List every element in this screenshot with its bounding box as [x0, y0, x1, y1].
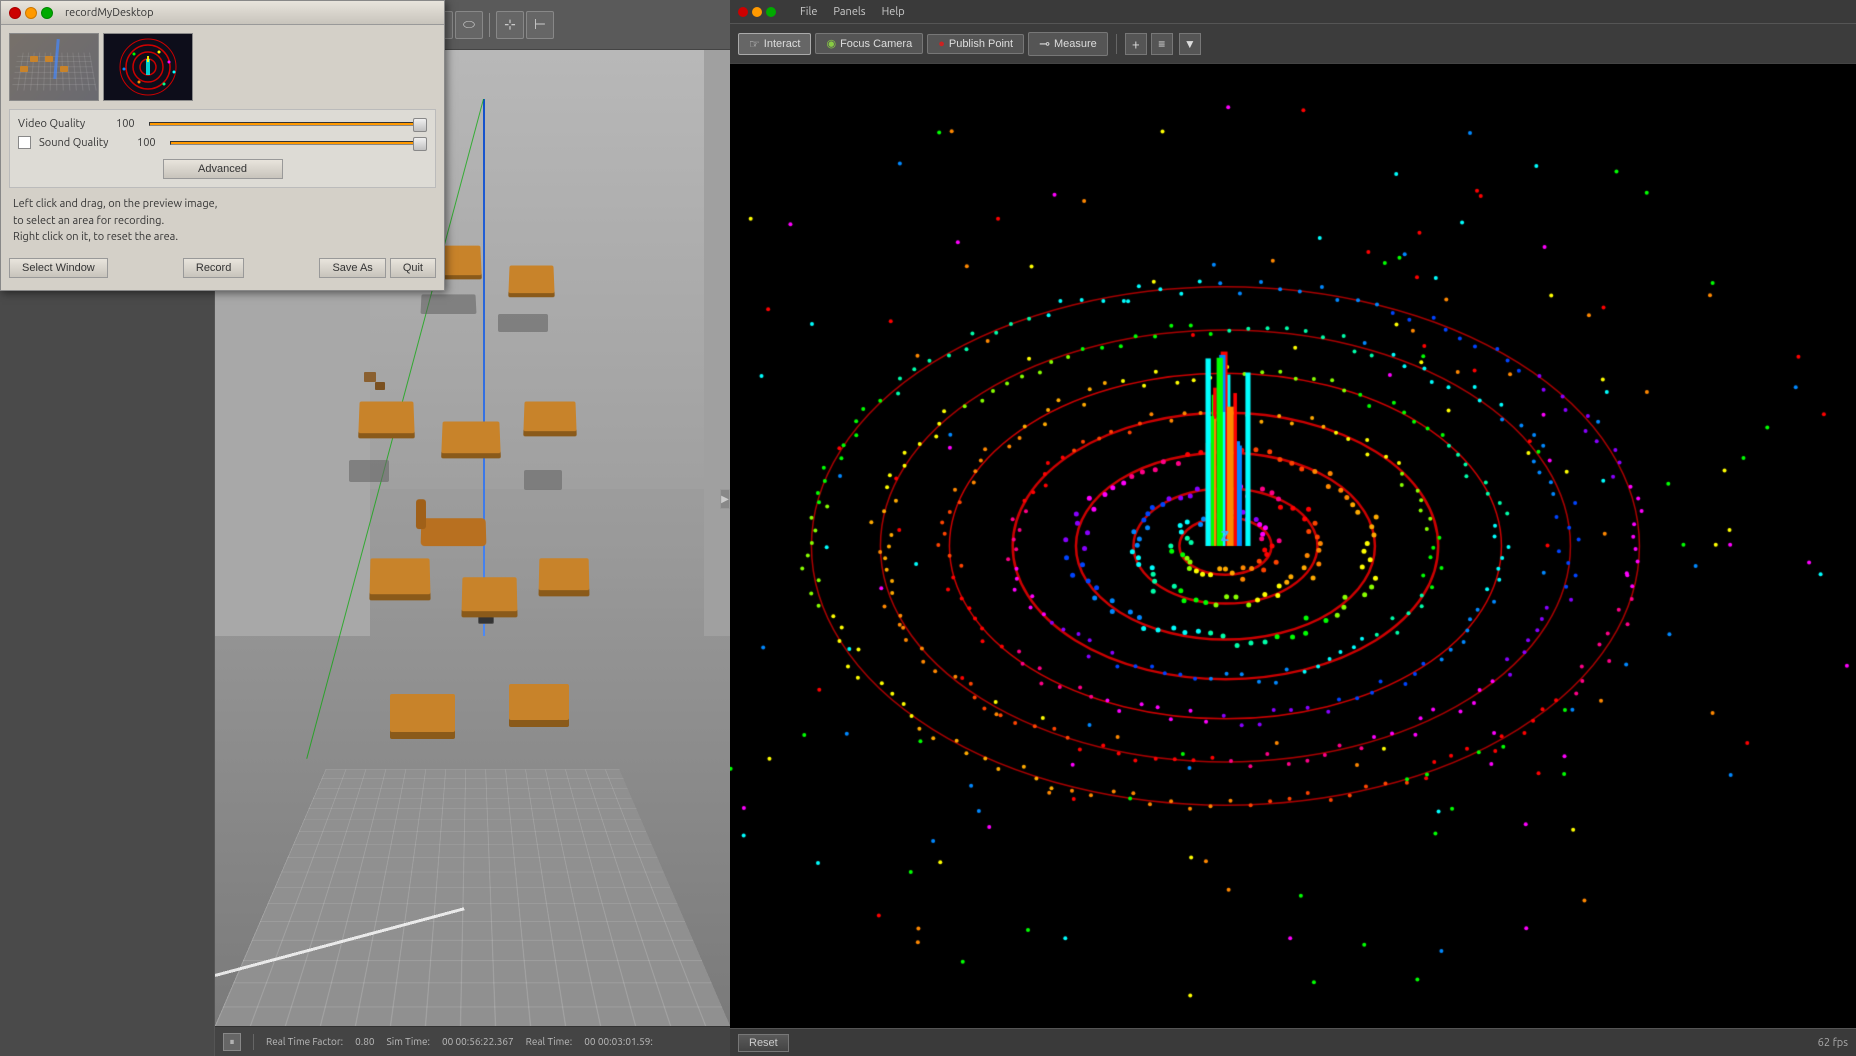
rviz-minimize-btn[interactable] — [752, 7, 762, 17]
toolbar-cylinder-icon[interactable]: ⬭ — [455, 11, 483, 39]
sound-quality-value: 100 — [137, 137, 162, 149]
select-window-button[interactable]: Select Window — [9, 258, 108, 278]
rviz-menubar: File Panels Help — [730, 0, 1856, 24]
real-time-value: 00 00:03:01.59: — [584, 1036, 653, 1047]
rmd-controls: Video Quality 100 Sound Quality 100 Adva… — [9, 109, 436, 188]
rviz-add-button[interactable]: + — [1125, 33, 1147, 55]
rviz-toolbar-sep — [1116, 34, 1117, 54]
publish-point-icon: ● — [938, 38, 945, 50]
focus-camera-button[interactable]: ◉ Focus Camera — [815, 33, 923, 54]
point-cloud-view[interactable] — [730, 64, 1856, 1028]
publish-point-label: Publish Point — [949, 38, 1013, 50]
rmd-preview-area — [9, 33, 436, 101]
rviz-panels-menu[interactable]: Panels — [833, 6, 865, 18]
advanced-button[interactable]: Advanced — [163, 159, 283, 179]
interact-button[interactable]: ☞ Interact — [738, 33, 811, 55]
rviz-window-controls — [738, 7, 776, 17]
publish-point-button[interactable]: ● Publish Point — [927, 34, 1024, 54]
status-bar: ⏸ Real Time Factor: 0.80 Sim Time: 00 00… — [215, 1026, 730, 1056]
realtime-factor-value: 0.80 — [355, 1036, 374, 1047]
measure-icon: ⊸ — [1039, 36, 1050, 52]
pause-button[interactable]: ⏸ — [223, 1033, 241, 1051]
point-cloud-canvas — [730, 64, 1856, 1028]
rmd-instructions: Left click and drag, on the preview imag… — [9, 196, 436, 246]
rviz-toolbar: ☞ Interact ◉ Focus Camera ● Publish Poin… — [730, 24, 1856, 64]
rmd-close-btn[interactable] — [9, 7, 21, 19]
sim-time-label: Sim Time: — [387, 1036, 430, 1047]
rmd-maximize-btn[interactable] — [41, 7, 53, 19]
video-quality-value: 100 — [116, 118, 141, 130]
sound-quality-label: Sound Quality — [39, 137, 129, 149]
rviz-file-menu[interactable]: File — [800, 6, 817, 18]
focus-camera-icon: ◉ — [826, 37, 836, 50]
settings-icon: ≡ — [1158, 37, 1165, 51]
measure-button[interactable]: ⊸ Measure — [1028, 32, 1108, 56]
rmd-bottom-buttons: Select Window Record Save As Quit — [9, 254, 436, 282]
rmd-window: recordMyDesktop — [0, 0, 445, 291]
dropdown-icon: ▼ — [1184, 37, 1196, 51]
rviz-close-btn[interactable] — [738, 7, 748, 17]
sound-quality-checkbox[interactable] — [18, 136, 31, 149]
save-as-button[interactable]: Save As — [319, 258, 385, 278]
realtime-factor-label: Real Time Factor: — [266, 1036, 343, 1047]
sound-quality-slider[interactable] — [170, 141, 427, 145]
video-quality-slider[interactable] — [149, 122, 427, 126]
rviz-help-menu[interactable]: Help — [882, 6, 905, 18]
real-time-label: Real Time: — [526, 1036, 573, 1047]
record-button[interactable]: Record — [183, 258, 244, 278]
toolbar-pointer-icon[interactable]: ⊹ — [496, 11, 524, 39]
rmd-preview-right[interactable] — [103, 33, 193, 101]
video-quality-label: Video Quality — [18, 118, 108, 130]
rviz-fps: 62 fps — [1818, 1037, 1848, 1049]
rviz-bottom-bar: Reset 62 fps — [730, 1028, 1856, 1056]
rmd-titlebar: recordMyDesktop — [1, 1, 444, 25]
rviz-maximize-btn[interactable] — [766, 7, 776, 17]
rmd-minimize-btn[interactable] — [25, 7, 37, 19]
measure-label: Measure — [1054, 38, 1097, 50]
rmd-title: recordMyDesktop — [65, 7, 154, 19]
toolbar-sep-3 — [489, 13, 490, 37]
sound-quality-row: Sound Quality 100 — [18, 136, 427, 149]
rviz-reset-button[interactable]: Reset — [738, 1034, 789, 1052]
interact-icon: ☞ — [749, 37, 760, 51]
sim-time-value: 00 00:56:22.367 — [442, 1036, 514, 1047]
quit-button[interactable]: Quit — [390, 258, 436, 278]
plus-icon: + — [1132, 36, 1140, 52]
video-quality-row: Video Quality 100 — [18, 118, 427, 130]
focus-camera-label: Focus Camera — [840, 38, 912, 50]
interact-label: Interact — [764, 38, 801, 50]
rviz-window: File Panels Help ☞ Interact ◉ Focus Came… — [730, 0, 1856, 1056]
rviz-settings-button[interactable]: ≡ — [1151, 33, 1173, 55]
rmd-preview-left[interactable] — [9, 33, 99, 101]
rviz-dropdown-button[interactable]: ▼ — [1179, 33, 1201, 55]
toolbar-ruler-icon[interactable]: ⊢ — [526, 11, 554, 39]
